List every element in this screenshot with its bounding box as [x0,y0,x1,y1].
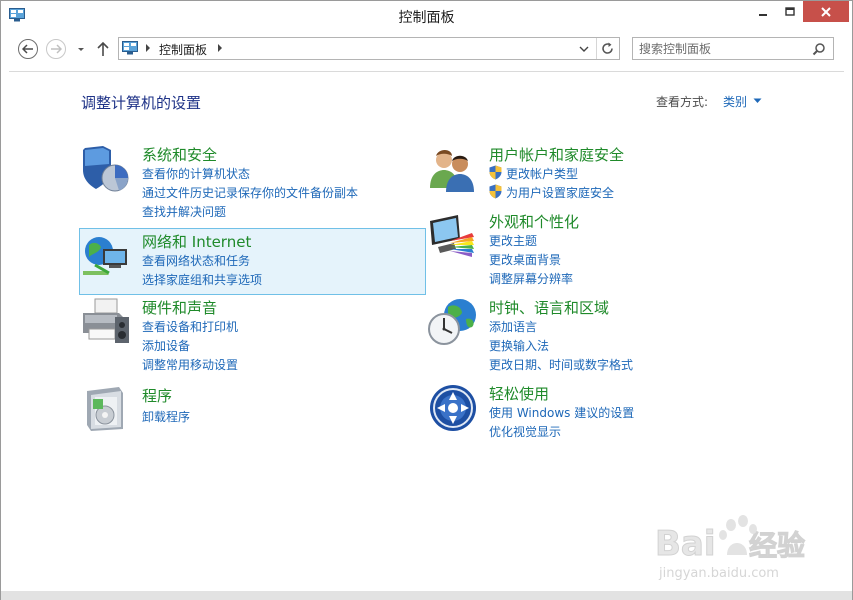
window-title: 控制面板 [398,10,455,26]
search-icon[interactable] [812,42,826,56]
search-box[interactable] [632,37,834,60]
close-icon [821,6,831,17]
category-title[interactable]: 系统和安全 [142,144,217,165]
link-change-date-time-format[interactable]: 更改日期、时间或数字格式 [489,356,633,373]
link-file-history-backup[interactable]: 通过文件历史记录保存你的文件备份副本 [142,184,358,201]
view-by-dropdown[interactable]: 类别 [723,93,747,110]
uac-shield-icon [489,184,502,199]
link-screen-resolution[interactable]: 调整屏幕分辨率 [489,270,573,287]
close-button[interactable] [803,1,849,22]
title-bar[interactable]: 控制面板 [1,1,852,31]
monitor-palette-icon[interactable] [428,211,478,261]
breadcrumb-chevron-icon[interactable] [144,43,152,53]
arrow-right-icon [51,44,62,54]
control-panel-window: 控制面板 控制面板 搜索控制面板 调整计算机的设置 查看方式: 类别 系统和安全… [0,0,853,600]
address-divider [596,38,597,59]
maximize-button[interactable] [776,1,803,22]
link-uninstall-program[interactable]: 卸载程序 [142,408,190,425]
minimize-icon [758,13,767,16]
link-mobility-settings[interactable]: 调整常用移动设置 [142,356,238,373]
svg-text:经验: 经验 [749,529,805,562]
link-homegroup-sharing[interactable]: 选择家庭组和共享选项 [142,271,262,288]
category-title[interactable]: 时钟、语言和区域 [489,297,609,318]
navigation-bar: 控制面板 [1,33,852,67]
category-title[interactable]: 程序 [142,385,172,406]
network-globe-icon[interactable] [81,231,131,281]
nav-divider [9,71,844,72]
ease-of-access-icon[interactable] [428,383,478,433]
link-family-safety[interactable]: 为用户设置家庭安全 [489,184,614,201]
category-title[interactable]: 网络和 Internet [142,231,251,252]
users-icon[interactable] [428,144,478,194]
chevron-down-icon[interactable] [753,98,762,104]
link-add-device[interactable]: 添加设备 [142,337,190,354]
refresh-icon[interactable] [600,41,615,56]
link-change-background[interactable]: 更改桌面背景 [489,251,561,268]
link-optimize-visual-display[interactable]: 优化视觉显示 [489,423,561,440]
uac-shield-icon [489,165,502,180]
link-add-language[interactable]: 添加语言 [489,318,537,335]
shield-security-icon[interactable] [81,144,131,194]
svg-text:Bai: Bai [655,524,716,564]
link-troubleshoot[interactable]: 查找并解决问题 [142,203,226,220]
search-input[interactable] [639,40,799,57]
printer-hardware-icon[interactable] [81,297,131,347]
link-change-account-type[interactable]: 更改帐户类型 [489,165,578,182]
forward-button[interactable] [46,39,66,59]
category-title[interactable]: 硬件和声音 [142,297,217,318]
link-network-status[interactable]: 查看网络状态和任务 [142,252,250,269]
baidu-watermark-logo: Bai 经验 jingyan.baidu.com [655,515,806,581]
link-change-theme[interactable]: 更改主题 [489,232,537,249]
address-history-chevron-icon[interactable] [579,44,589,54]
recent-locations-chevron-icon[interactable] [75,43,87,55]
link-label: 更改帐户类型 [506,167,579,181]
address-bar[interactable]: 控制面板 [118,37,620,60]
arrow-up-icon[interactable] [96,41,110,57]
svg-text:jingyan.baidu.com: jingyan.baidu.com [658,566,779,581]
category-title[interactable]: 轻松使用 [489,383,549,404]
programs-box-icon[interactable] [81,385,131,435]
maximize-icon [784,6,795,16]
link-recommended-settings[interactable]: 使用 Windows 建议的设置 [489,404,634,421]
link-devices-printers[interactable]: 查看设备和打印机 [142,318,238,335]
window-bottom-edge [1,591,852,600]
control-panel-icon [122,41,138,55]
page-title: 调整计算机的设置 [81,94,202,112]
clock-globe-icon[interactable] [428,297,478,347]
link-label: 为用户设置家庭安全 [506,186,615,200]
category-title[interactable]: 外观和个性化 [489,211,579,232]
breadcrumb-control-panel[interactable]: 控制面板 [159,41,207,58]
arrow-left-icon [22,44,33,54]
back-button[interactable] [18,39,38,59]
view-by-label: 查看方式: [656,95,709,109]
link-change-input-method[interactable]: 更换输入法 [489,337,549,354]
link-view-computer-status[interactable]: 查看你的计算机状态 [142,165,250,182]
breadcrumb-chevron-icon[interactable] [216,43,224,53]
category-title[interactable]: 用户帐户和家庭安全 [489,144,624,165]
minimize-button[interactable] [749,1,776,22]
